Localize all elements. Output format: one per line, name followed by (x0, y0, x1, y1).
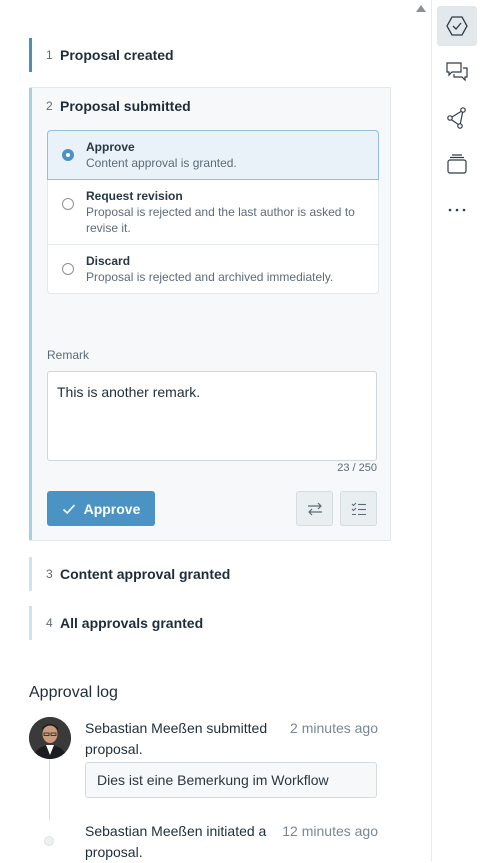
relations-tab[interactable] (437, 98, 477, 138)
versions-tab[interactable] (437, 144, 477, 184)
option-title: Discard (86, 254, 131, 268)
remark-textarea[interactable]: This is another remark. (47, 371, 377, 461)
more-tab[interactable] (437, 190, 477, 230)
log-entry-remark: Dies ist eine Bemerkung im Workflow (85, 762, 377, 798)
step-indicator (29, 88, 32, 540)
avatar (29, 717, 71, 759)
log-entry-text: Sebastian Meeßen submitted proposal. (85, 720, 268, 757)
step-number: 1 (46, 48, 53, 62)
reassign-button[interactable] (296, 491, 333, 526)
step-title: Content approval granted (60, 566, 231, 582)
step-indicator (29, 606, 32, 640)
step-title: Proposal created (60, 47, 174, 63)
workflow-panel: 1 Proposal created 2 Proposal submitted … (0, 0, 414, 861)
workflow-icon (446, 16, 468, 36)
step-indicator (29, 38, 32, 72)
option-title: Request revision (86, 189, 183, 203)
approve-button-label: Approve (83, 500, 141, 517)
option-title: Approve (86, 140, 135, 154)
step-indicator (29, 557, 32, 591)
check-icon (62, 503, 75, 514)
step-title: Proposal submitted (60, 98, 191, 114)
scrollbar[interactable] (414, 0, 431, 861)
remark-label: Remark (47, 348, 90, 362)
option-approve[interactable]: Approve Content approval is granted. (47, 130, 379, 180)
option-description: Content approval is granted. (86, 156, 237, 170)
step-header[interactable]: 2 Proposal submitted (46, 98, 191, 114)
checklist-button[interactable] (340, 491, 377, 526)
log-entry-time: 2 minutes ago (290, 720, 378, 736)
scroll-up-arrow-icon[interactable] (416, 5, 426, 12)
option-description: Proposal is rejected and archived immedi… (86, 270, 334, 284)
comments-tab[interactable] (437, 52, 477, 92)
approve-button[interactable]: Approve (47, 491, 155, 526)
side-rail (431, 0, 481, 861)
comments-icon (446, 62, 468, 82)
option-request-revision[interactable]: Request revision Proposal is rejected an… (48, 180, 378, 245)
step-title: All approvals granted (60, 615, 204, 631)
share-graph-icon (447, 107, 466, 129)
approval-log-title: Approval log (29, 684, 118, 701)
timeline-dot (44, 836, 54, 846)
workflow-tab[interactable] (437, 6, 477, 46)
swap-arrows-icon (307, 502, 322, 515)
decision-options: Approve Content approval is granted. Req… (47, 130, 379, 294)
more-icon (448, 208, 466, 212)
step-proposal-submitted: 2 Proposal submitted Approve Content app… (29, 87, 391, 541)
log-entry-text: Sebastian Meeßen initiated a proposal. (85, 823, 267, 860)
character-counter: 23 / 250 (337, 462, 377, 474)
step-proposal-created[interactable]: 1 Proposal created (29, 38, 391, 72)
step-content-approval-granted[interactable]: 3 Content approval granted (29, 557, 391, 591)
timeline-connector (49, 758, 50, 820)
layers-icon (447, 154, 467, 174)
radio[interactable] (62, 198, 74, 210)
log-entry-time: 12 minutes ago (282, 823, 378, 839)
radio[interactable] (62, 263, 74, 275)
step-number: 2 (46, 99, 53, 113)
option-discard[interactable]: Discard Proposal is rejected and archive… (48, 245, 378, 293)
checklist-icon (351, 502, 366, 515)
option-description: Proposal is rejected and the last author… (86, 205, 355, 235)
step-number: 3 (46, 567, 53, 581)
user-avatar-image (29, 717, 71, 759)
step-all-approvals-granted[interactable]: 4 All approvals granted (29, 606, 391, 640)
radio-selected[interactable] (62, 149, 74, 161)
step-number: 4 (46, 616, 53, 630)
